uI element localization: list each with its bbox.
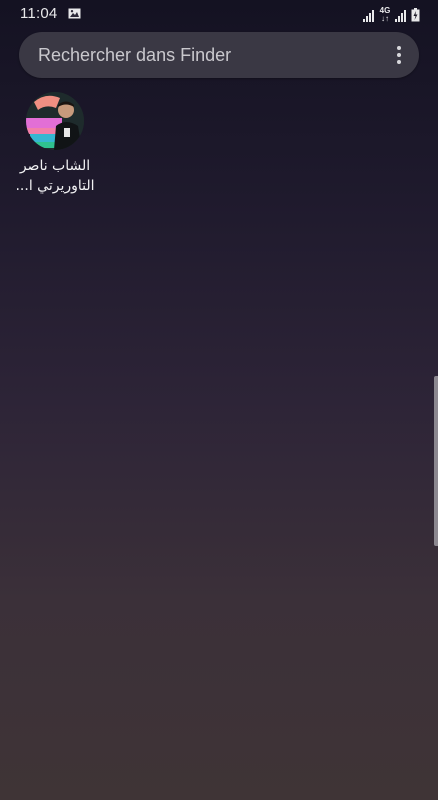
- app-label-line-2: التاوريرتي ا...: [15, 178, 95, 194]
- network-arrows: ↓↑: [381, 14, 389, 23]
- app-artwork-icon: [26, 92, 84, 150]
- battery-charging-icon: [411, 8, 420, 22]
- status-icons: 4G ↓↑: [363, 6, 420, 23]
- search-bar[interactable]: Rechercher dans Finder: [19, 32, 419, 78]
- app-label-line-1: الشاب ناصر: [19, 158, 91, 174]
- network-type-indicator: 4G ↓↑: [379, 7, 391, 23]
- scroll-handle[interactable]: [434, 376, 438, 546]
- signal-icon: [363, 10, 374, 22]
- gallery-icon: [68, 8, 81, 19]
- app-label: الشاب ناصر التاوريرتي ا...: [14, 156, 96, 196]
- search-placeholder: Rechercher dans Finder: [38, 45, 232, 65]
- status-bar: 11:04 4G ↓↑: [0, 0, 438, 28]
- more-vert-icon[interactable]: [395, 44, 403, 66]
- app-item[interactable]: الشاب ناصر التاوريرتي ا...: [14, 92, 96, 196]
- status-time: 11:04: [20, 5, 58, 22]
- app-icon[interactable]: [26, 92, 84, 150]
- signal-icon: [395, 10, 406, 22]
